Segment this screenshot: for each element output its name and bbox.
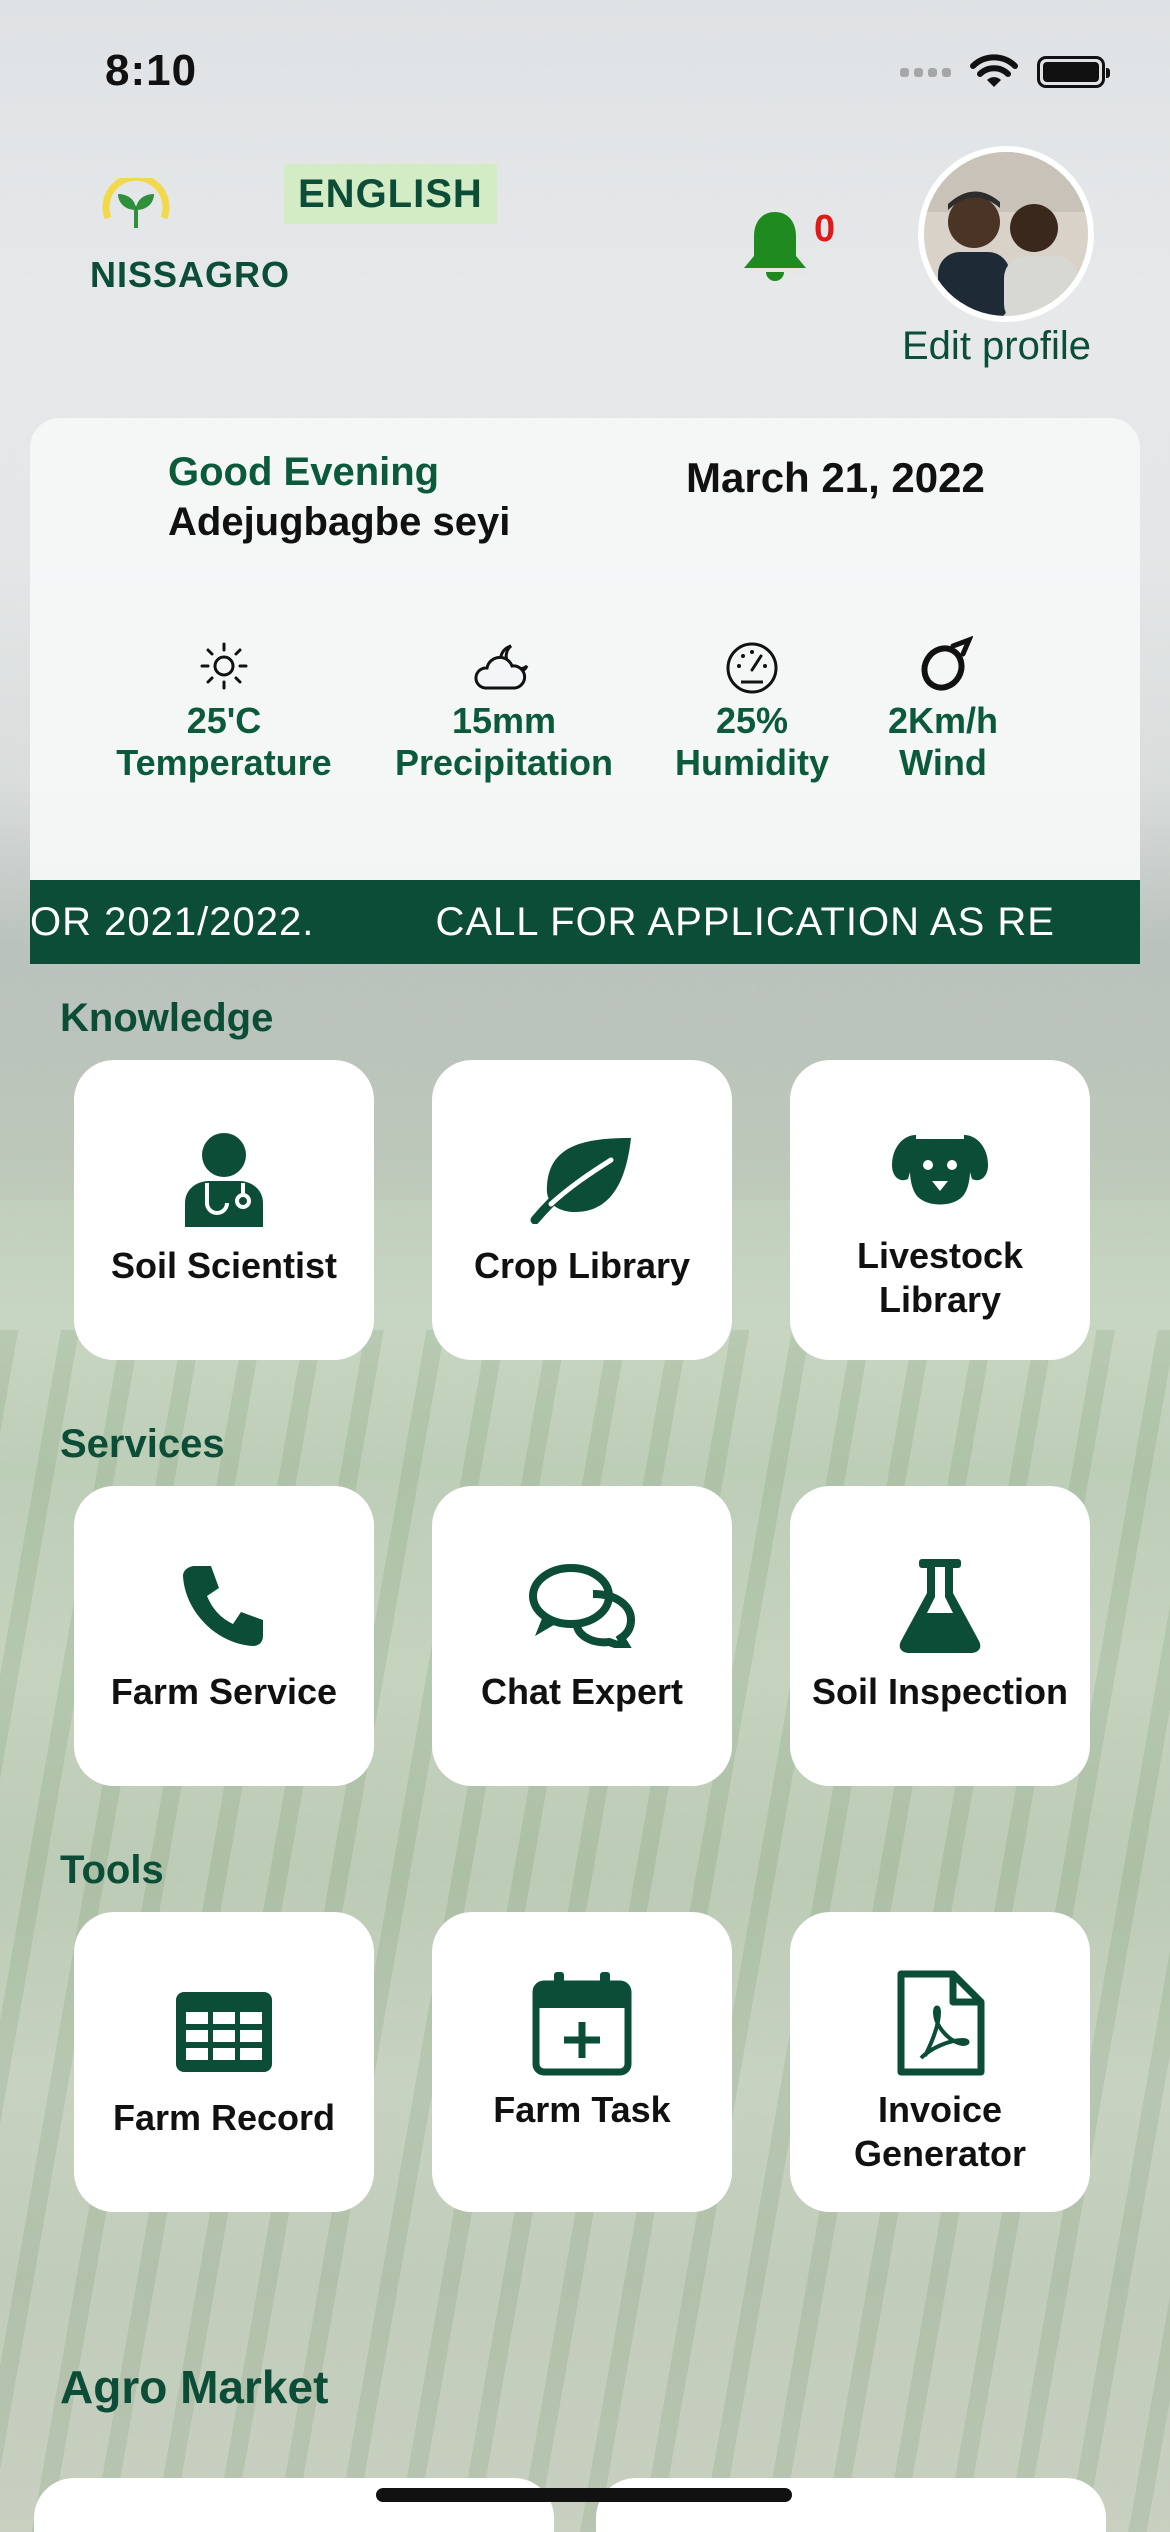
language-selector[interactable]: ENGLISH [284,164,497,224]
tile-chat-expert[interactable]: Chat Expert [432,1486,732,1786]
home-indicator[interactable] [376,2488,792,2502]
ticker-text: OR 2021/2022. CALL FOR APPLICATION AS RE [30,900,1055,944]
tile-label: Soil Inspection [811,1671,1069,1712]
cloud-moon-icon [474,644,529,690]
tile-invoice-generator[interactable]: Invoice Generator [790,1912,1090,2212]
weather-precipitation: 15mm Precipitation [384,636,624,784]
tile-farm-task[interactable]: Farm Task [432,1912,732,2212]
temperature-value: 25'C [186,700,262,741]
wind-value: 2Km/h [887,700,999,741]
pdf-icon [897,1970,985,2076]
avatar-photo [924,152,1088,316]
market-card[interactable] [34,2478,554,2532]
tile-farm-record[interactable]: Farm Record [74,1912,374,2212]
tile-label: Farm Record [112,2097,336,2138]
nissagro-logo-icon [102,178,170,228]
tile-label: Farm Task [493,2089,671,2130]
edit-profile-link[interactable]: Edit profile [902,324,1091,369]
tile-label: Farm Service [110,1671,338,1712]
wind-label: Wind [899,742,987,783]
table-icon [176,1992,272,2072]
market-card[interactable] [596,2478,1106,2532]
precipitation-value: 15mm [451,700,557,741]
tile-crop-library[interactable]: Crop Library [432,1060,732,1360]
temperature-label: Temperature [116,742,332,783]
announcement-ticker[interactable]: OR 2021/2022. CALL FOR APPLICATION AS RE [30,880,1140,964]
user-name: Adejugbagbe seyi [168,500,511,544]
cellular-signal-icon [900,67,951,77]
flask-icon [899,1559,981,1653]
greeting-text: Good Evening [168,450,440,494]
notification-count: 0 [814,208,836,250]
tile-soil-scientist[interactable]: Soil Scientist [74,1060,374,1360]
notification-bell-icon[interactable] [738,208,812,286]
gauge-icon [726,642,778,694]
sun-icon [200,642,248,690]
chat-icon [529,1564,636,1648]
section-title-agro-market: Agro Market [60,2361,329,2413]
dog-icon [892,1135,988,1205]
wind-icon [921,636,973,691]
tile-label: Chat Expert [480,1671,684,1712]
tile-livestock-library[interactable]: Livestock Library [790,1060,1090,1360]
avatar[interactable] [918,146,1094,322]
status-time: 8:10 [105,46,198,95]
section-title-tools: Tools [60,1848,164,1892]
tile-label: Invoice Generator [853,2089,1027,2174]
status-icons [900,52,1120,92]
leaf-icon [530,1138,631,1224]
wifi-icon [970,54,1018,87]
tile-label: Crop Library [473,1245,691,1286]
battery-icon [1037,56,1110,88]
weather-wind: 2Km/h Wind [823,636,1063,784]
tile-label: Soil Scientist [110,1245,338,1286]
section-title-knowledge: Knowledge [60,996,274,1040]
phone-icon [183,1566,263,1646]
calendar-plus-icon [532,1972,632,2076]
precipitation-label: Precipitation [394,742,614,783]
doctor-icon [185,1133,263,1227]
weather-temperature: 25'C Temperature [104,636,344,784]
tile-label: Livestock Library [856,1235,1024,1320]
tile-farm-service[interactable]: Farm Service [74,1486,374,1786]
tile-soil-inspection[interactable]: Soil Inspection [790,1486,1090,1786]
current-date: March 21, 2022 [686,454,985,501]
section-title-services: Services [60,1422,225,1466]
brand-name: NISSAGRO [90,254,291,295]
